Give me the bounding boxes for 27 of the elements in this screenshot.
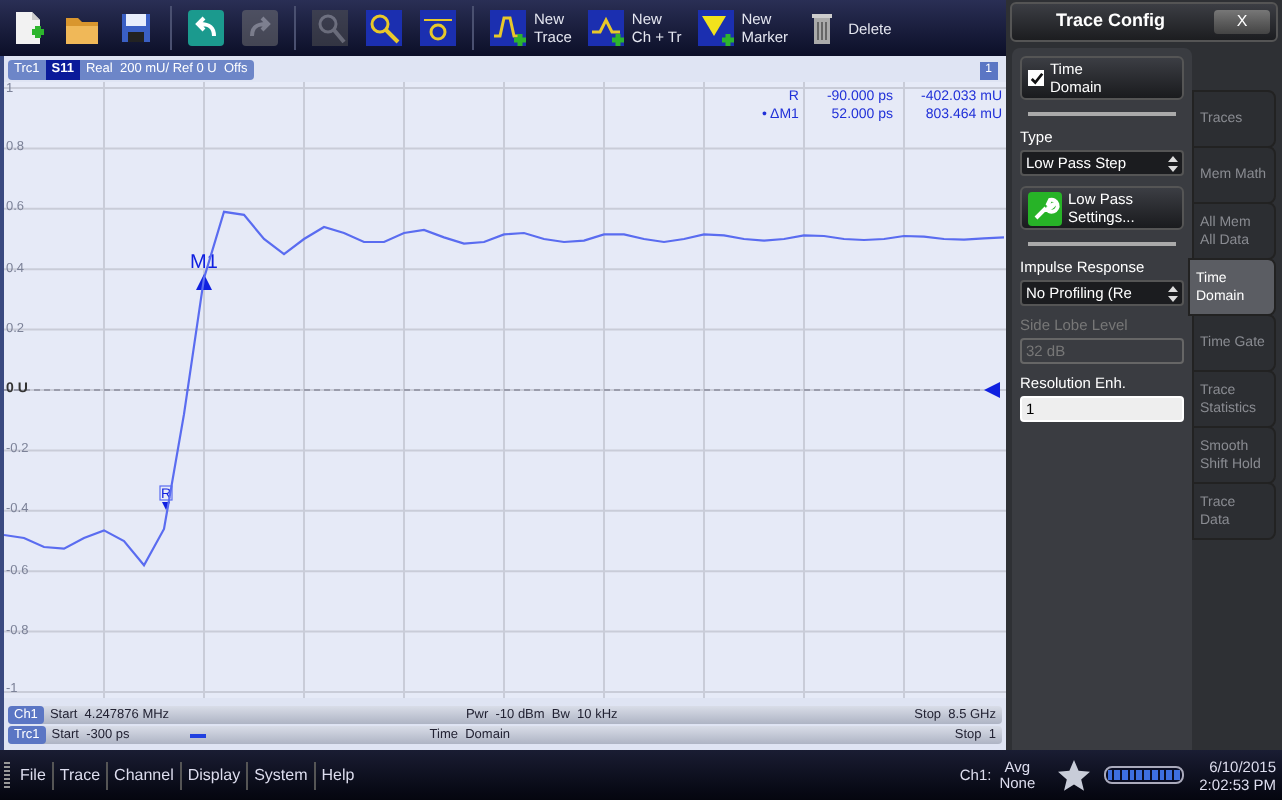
menu-item[interactable]: System xyxy=(248,763,314,787)
trace-plus-icon xyxy=(488,8,528,48)
grip-icon xyxy=(4,761,10,789)
menu-item[interactable]: File xyxy=(14,763,52,787)
updown-icon xyxy=(1168,285,1178,301)
magnifier-icon xyxy=(364,8,404,48)
close-button[interactable]: X xyxy=(1214,10,1270,34)
checkbox[interactable] xyxy=(1028,70,1044,86)
toolbar-button[interactable] xyxy=(360,4,408,52)
reference-level-icon[interactable] xyxy=(984,382,1000,398)
magnifier-icon xyxy=(310,8,350,48)
toolbar-button[interactable] xyxy=(182,4,230,52)
trace-plus-icon xyxy=(585,8,626,48)
menu-item[interactable]: Channel xyxy=(108,763,180,787)
magnifier-icon xyxy=(418,8,458,48)
progress-meter xyxy=(1103,766,1184,784)
wrench-icon xyxy=(1028,191,1062,225)
marker-plus-icon xyxy=(695,8,736,48)
undo-icon xyxy=(186,8,226,48)
menu-item[interactable]: Display xyxy=(181,763,247,787)
menu-item[interactable]: Help xyxy=(315,763,361,787)
menu-item[interactable]: Trace xyxy=(53,763,107,787)
panel-title: Trace Config xyxy=(1056,8,1166,35)
star-icon[interactable] xyxy=(1055,757,1092,793)
toolbar-button[interactable] xyxy=(414,4,462,52)
redo-icon xyxy=(240,8,280,48)
updown-icon xyxy=(1168,155,1178,171)
